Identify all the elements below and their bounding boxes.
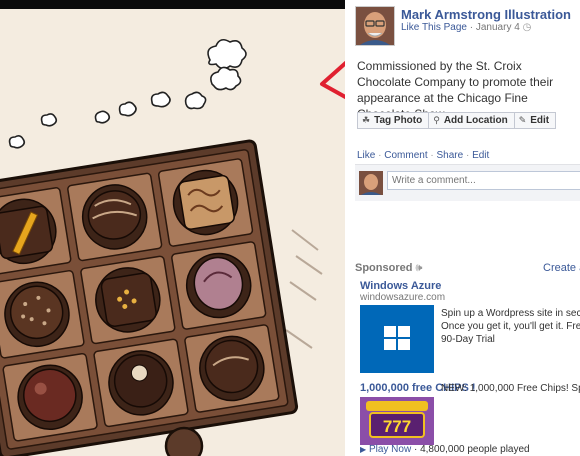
location-pin-icon: ⚲ bbox=[433, 115, 440, 125]
ad-play-row: ▶ Play Now · 4,800,000 people played bbox=[360, 444, 530, 455]
commenter-avatar bbox=[359, 171, 383, 195]
action-separator: · bbox=[375, 150, 385, 161]
play-stats: · 4,800,000 people played bbox=[413, 444, 530, 455]
chocolate-illustration bbox=[0, 38, 345, 456]
play-icon: ▶ bbox=[360, 445, 367, 454]
slot-text: 777 bbox=[383, 417, 411, 436]
photo-action-buttons: ☘ Tag Photo ⚲ Add Location ✎ Edit bbox=[357, 112, 557, 129]
photo-side-panel: Mark Armstrong Illustration Like This Pa… bbox=[345, 0, 580, 456]
ad-body-line: 90-Day Trial bbox=[441, 334, 495, 345]
ad-body-chips: NEW: 1,000,000 Free Chips! Spin bbox=[441, 383, 580, 394]
add-location-button[interactable]: ⚲ Add Location bbox=[428, 112, 515, 129]
sponsored-header: Sponsored 🕪 bbox=[355, 262, 422, 275]
ad-body-azure: Spin up a Wordpress site in seconds. Onc… bbox=[441, 307, 580, 346]
edit-button[interactable]: ✎ Edit bbox=[513, 112, 557, 129]
steam-puffs bbox=[8, 38, 247, 149]
post-actions: Like · Comment · Share · Edit bbox=[357, 150, 489, 161]
megaphone-icon: 🕪 bbox=[415, 262, 423, 274]
profile-photo-icon bbox=[359, 171, 383, 195]
red-arrow bbox=[320, 60, 345, 100]
action-separator: · bbox=[463, 150, 473, 161]
meta-separator: · bbox=[469, 22, 474, 33]
like-page-link[interactable]: Like This Page bbox=[401, 22, 467, 33]
action-separator: · bbox=[427, 150, 437, 161]
pencil-icon: ✎ bbox=[518, 115, 527, 125]
slot-machine-icon: 777 bbox=[360, 397, 434, 445]
share-link[interactable]: Share bbox=[437, 150, 464, 161]
edit-link[interactable]: Edit bbox=[472, 150, 489, 161]
tag-photo-label: Tag Photo bbox=[374, 115, 423, 126]
windows-logo-icon bbox=[360, 305, 434, 373]
like-link[interactable]: Like bbox=[357, 150, 375, 161]
comment-box bbox=[355, 164, 580, 201]
profile-photo-icon bbox=[356, 7, 394, 45]
windows-logo-image[interactable] bbox=[360, 305, 434, 373]
chocolate-box bbox=[0, 139, 299, 456]
play-now-link[interactable]: Play Now bbox=[369, 444, 411, 455]
motion-lines bbox=[285, 229, 323, 349]
page-name[interactable]: Mark Armstrong Illustration bbox=[401, 7, 571, 22]
ad-body-line: Once you get it, you'll get it. Free bbox=[441, 321, 580, 332]
tag-photo-button[interactable]: ☘ Tag Photo bbox=[357, 112, 430, 129]
photo-viewer[interactable] bbox=[0, 0, 345, 456]
comment-input[interactable] bbox=[387, 171, 580, 190]
edit-label: Edit bbox=[530, 115, 550, 126]
create-ad-link[interactable]: Create an Ad bbox=[543, 262, 580, 274]
clock-icon: ◷ bbox=[522, 22, 532, 33]
slot-machine-image[interactable]: 777 bbox=[360, 397, 434, 445]
sponsored-label: Sponsored bbox=[355, 262, 413, 274]
comment-link[interactable]: Comment bbox=[384, 150, 427, 161]
tag-icon: ☘ bbox=[362, 115, 371, 125]
ad-title-azure[interactable]: Windows Azure bbox=[360, 280, 441, 292]
ad-body-line: Spin up a Wordpress site in seconds. bbox=[441, 308, 580, 319]
ad-domain-azure: windowsazure.com bbox=[360, 292, 446, 303]
post-date[interactable]: January 4 bbox=[476, 22, 520, 33]
add-location-label: Add Location bbox=[443, 115, 508, 126]
page-avatar[interactable] bbox=[355, 6, 395, 46]
post-meta: Like This Page · January 4 ◷ bbox=[401, 22, 531, 33]
